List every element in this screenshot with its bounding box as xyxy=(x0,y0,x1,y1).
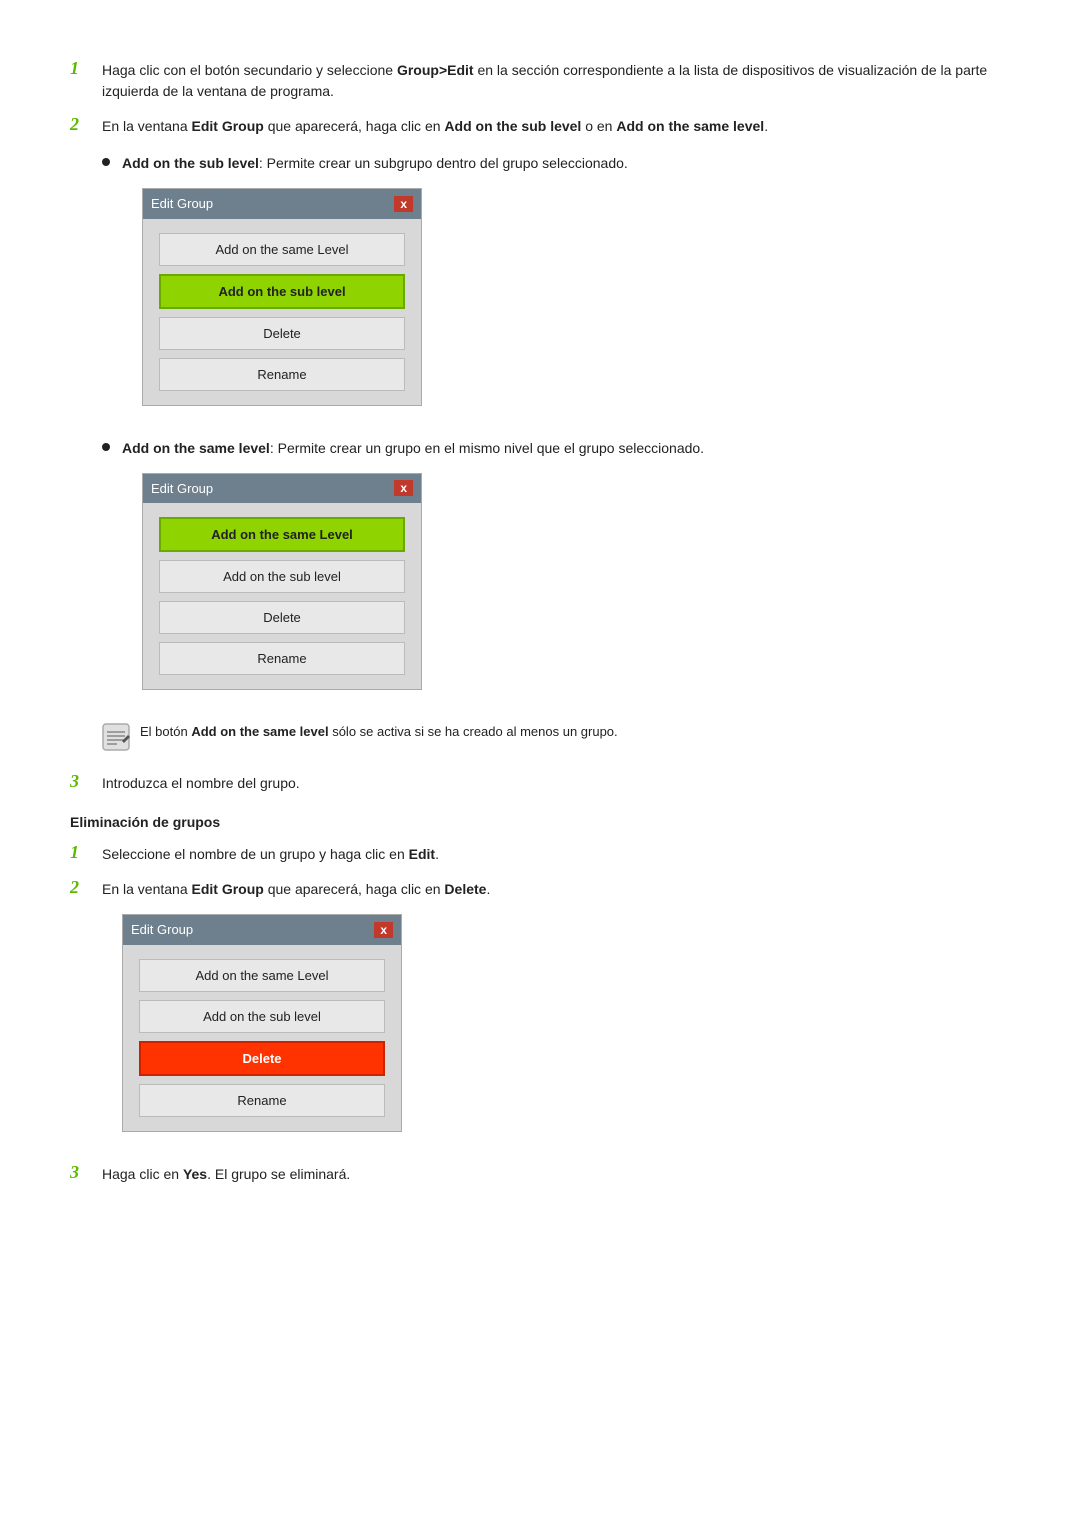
dialog-btn-rename-2[interactable]: Rename xyxy=(159,642,405,675)
dialog-btn-delete-2[interactable]: Delete xyxy=(159,601,405,634)
dialog-btn-same-level-1[interactable]: Add on the same Level xyxy=(159,233,405,266)
note-text: El botón Add on the same level sólo se a… xyxy=(140,722,1010,742)
step-number-2: 2 xyxy=(70,114,102,135)
dialog-btn-same-level-3[interactable]: Add on the same Level xyxy=(139,959,385,992)
section-heading-eliminacion: Eliminación de grupos xyxy=(70,814,1010,830)
step-number-3b: 3 xyxy=(70,1162,102,1183)
step-text-1: Haga clic con el botón secundario y sele… xyxy=(102,60,1010,102)
step-3-section2: 3 Haga clic en Yes. El grupo se eliminar… xyxy=(70,1164,1010,1185)
bullet-text-sublevel-desc: : Permite crear un subgrupo dentro del g… xyxy=(259,155,628,171)
step-2-section2: 2 En la ventana Edit Group que aparecerá… xyxy=(70,879,1010,1150)
step2-bold-editgroup: Edit Group xyxy=(192,118,264,134)
dialog-close-2[interactable]: x xyxy=(394,480,413,496)
step-1-section2: 1 Seleccione el nombre de un grupo y hag… xyxy=(70,844,1010,865)
dialog-1-wrapper: Edit Group x Add on the same Level Add o… xyxy=(142,188,628,406)
dialog-btn-delete-1[interactable]: Delete xyxy=(159,317,405,350)
bullet-text-sublevel: Add on the sub level: Permite crear un s… xyxy=(122,153,628,424)
dialog-btn-sub-level-3[interactable]: Add on the sub level xyxy=(139,1000,385,1033)
dialog-close-3[interactable]: x xyxy=(374,922,393,938)
dialog-titlebar-2: Edit Group x xyxy=(143,474,421,504)
dialog-btn-sub-level-1[interactable]: Add on the sub level xyxy=(159,274,405,309)
step-number-1b: 1 xyxy=(70,842,102,863)
bullet-dot-2 xyxy=(102,443,110,451)
step2-bold-same: Add on the same level xyxy=(616,118,764,134)
note-box: El botón Add on the same level sólo se a… xyxy=(102,722,1010,751)
bullet-dot-1 xyxy=(102,158,110,166)
step-1: 1 Haga clic con el botón secundario y se… xyxy=(70,60,1010,102)
bullet-bold-samelevel: Add on the same level xyxy=(122,440,270,456)
dialog-close-1[interactable]: x xyxy=(394,196,413,212)
dialog-btn-rename-1[interactable]: Rename xyxy=(159,358,405,391)
step-text-3b: Haga clic en Yes. El grupo se eliminará. xyxy=(102,1164,1010,1185)
step3b-bold-yes: Yes xyxy=(183,1166,207,1182)
step2-bold-subsub: Add on the sub level xyxy=(444,118,581,134)
bullet-item-samelevel: Add on the same level: Permite crear un … xyxy=(102,438,1010,709)
edit-group-dialog-1: Edit Group x Add on the same Level Add o… xyxy=(142,188,422,406)
dialog-btn-same-level-2[interactable]: Add on the same Level xyxy=(159,517,405,552)
step-text-2: En la ventana Edit Group que aparecerá, … xyxy=(102,116,1010,759)
dialog-body-1: Add on the same Level Add on the sub lev… xyxy=(143,219,421,405)
step-number-1: 1 xyxy=(70,58,102,79)
step-text-2b: En la ventana Edit Group que aparecerá, … xyxy=(102,879,1010,1150)
note-bold: Add on the same level xyxy=(191,724,328,739)
dialog-titlebar-3: Edit Group x xyxy=(123,915,401,945)
step-number-3a: 3 xyxy=(70,771,102,792)
dialog-3-wrapper: Edit Group x Add on the same Level Add o… xyxy=(122,914,1010,1132)
dialog-body-3: Add on the same Level Add on the sub lev… xyxy=(123,945,401,1131)
step-2: 2 En la ventana Edit Group que aparecerá… xyxy=(70,116,1010,759)
step1b-bold-edit: Edit xyxy=(409,846,435,862)
dialog-titlebar-1: Edit Group x xyxy=(143,189,421,219)
step2b-bold-editgroup: Edit Group xyxy=(192,881,264,897)
edit-group-dialog-2: Edit Group x Add on the same Level Add o… xyxy=(142,473,422,691)
dialog-btn-rename-3[interactable]: Rename xyxy=(139,1084,385,1117)
note-icon xyxy=(102,723,130,751)
dialog-body-2: Add on the same Level Add on the sub lev… xyxy=(143,503,421,689)
bullet-item-sublevel: Add on the sub level: Permite crear un s… xyxy=(102,153,1010,424)
dialog-title-1: Edit Group xyxy=(151,194,213,214)
edit-group-dialog-3: Edit Group x Add on the same Level Add o… xyxy=(122,914,402,1132)
step-3-section1: 3 Introduzca el nombre del grupo. xyxy=(70,773,1010,794)
dialog-2-wrapper: Edit Group x Add on the same Level Add o… xyxy=(142,473,704,691)
bullet-bold-sublevel: Add on the sub level xyxy=(122,155,259,171)
step-number-2b: 2 xyxy=(70,877,102,898)
step-text-1b: Seleccione el nombre de un grupo y haga … xyxy=(102,844,1010,865)
bullet-text-samelevel-desc: : Permite crear un grupo en el mismo niv… xyxy=(270,440,704,456)
dialog-title-3: Edit Group xyxy=(131,920,193,940)
dialog-btn-sub-level-2[interactable]: Add on the sub level xyxy=(159,560,405,593)
bullet-list-1: Add on the sub level: Permite crear un s… xyxy=(102,153,1010,708)
dialog-title-2: Edit Group xyxy=(151,479,213,499)
step2b-bold-delete: Delete xyxy=(444,881,486,897)
step-text-3a: Introduzca el nombre del grupo. xyxy=(102,773,1010,794)
dialog-btn-delete-3[interactable]: Delete xyxy=(139,1041,385,1076)
step1-bold-groupedit: Group>Edit xyxy=(397,62,474,78)
bullet-text-samelevel: Add on the same level: Permite crear un … xyxy=(122,438,704,709)
